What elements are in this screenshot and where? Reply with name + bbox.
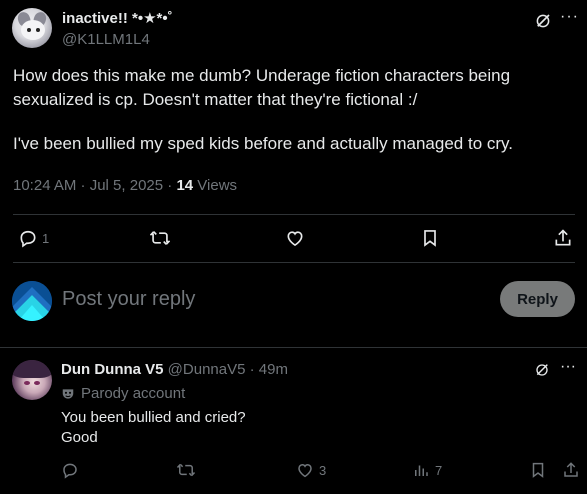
- post-body-line: I've been bullied my sped kids before an…: [13, 134, 513, 153]
- reply-post[interactable]: Dun Dunna V5 @DunnaV5 · 49m ··· Parody a…: [0, 348, 587, 494]
- parody-badge: Parody account: [61, 385, 185, 402]
- post-body: How does this make me dumb? Underage fic…: [13, 64, 573, 156]
- mask-icon: [62, 388, 74, 399]
- reply-body-line: Good: [61, 429, 98, 446]
- repost-button[interactable]: [177, 460, 195, 480]
- avatar[interactable]: [12, 281, 52, 321]
- share-icon: [555, 229, 571, 246]
- reply-body: You been bullied and cried? Good: [61, 408, 246, 448]
- views-button[interactable]: 7: [412, 460, 442, 480]
- repost-icon: [177, 463, 195, 477]
- views-count: 7: [435, 462, 443, 478]
- author-handle[interactable]: @K1LLM1L4: [62, 31, 150, 48]
- post-actions: 1: [0, 215, 587, 261]
- post-timestamp[interactable]: 10:24 AM · Jul 5, 2025 ·: [13, 177, 176, 194]
- post-meta: 10:24 AM · Jul 5, 2025 · 14 Views: [13, 177, 237, 194]
- post-body-line: How does this make me dumb? Underage fic…: [13, 66, 511, 85]
- repost-button[interactable]: [150, 227, 170, 249]
- reply-submit-button[interactable]: Reply: [500, 281, 575, 317]
- heart-icon: [298, 463, 312, 478]
- post-body-line: sexualized is cp. Doesn't matter that th…: [13, 90, 418, 109]
- bookmark-icon: [424, 230, 436, 247]
- reply-icon: [20, 230, 36, 248]
- share-button[interactable]: [562, 460, 580, 480]
- views-label: Views: [193, 177, 238, 194]
- avatar[interactable]: [12, 8, 52, 48]
- bookmark-button[interactable]: [420, 227, 440, 249]
- heart-icon: [287, 231, 303, 247]
- avatar[interactable]: [12, 360, 52, 400]
- reply-actions: 3 7: [0, 460, 587, 486]
- reply-composer: Post your reply Reply: [0, 263, 587, 347]
- bookmark-button[interactable]: [529, 460, 547, 480]
- views-count: 14: [176, 177, 194, 194]
- like-count: 3: [319, 462, 327, 478]
- reply-input[interactable]: Post your reply: [62, 288, 195, 311]
- share-button[interactable]: [553, 227, 573, 249]
- reply-body-line: You been bullied and cried?: [61, 409, 246, 426]
- author-handle[interactable]: @DunnaV5 · 49m: [164, 361, 288, 378]
- more-options-icon[interactable]: ···: [560, 9, 580, 30]
- author-name[interactable]: inactive!! *•★*•˚: [62, 9, 173, 27]
- parody-label: Parody account: [81, 385, 186, 402]
- reply-icon: [63, 463, 77, 479]
- like-button[interactable]: [285, 227, 305, 249]
- repost-icon: [150, 231, 170, 245]
- reply-count: 1: [42, 230, 50, 246]
- reply-button[interactable]: [61, 460, 79, 480]
- grok-icon[interactable]: [534, 12, 552, 30]
- share-icon: [564, 462, 578, 477]
- author-name[interactable]: Dun Dunna V5: [61, 361, 164, 378]
- grok-icon[interactable]: [534, 362, 550, 378]
- views-icon: [415, 465, 428, 476]
- like-button[interactable]: 3: [296, 460, 326, 480]
- bookmark-icon: [532, 462, 544, 478]
- reply-author: Dun Dunna V5 @DunnaV5 · 49m: [61, 361, 288, 378]
- reply-button[interactable]: 1: [18, 227, 49, 249]
- more-options-icon[interactable]: ···: [560, 359, 576, 375]
